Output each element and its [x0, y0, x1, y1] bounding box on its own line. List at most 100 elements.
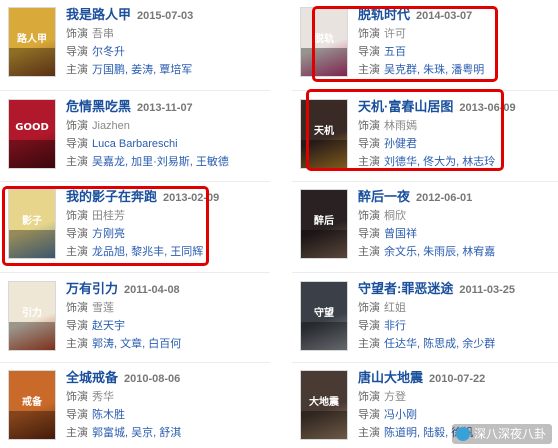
- director-row: 导演 尔冬升: [66, 43, 266, 61]
- cast-member-link[interactable]: 朱雨辰: [423, 246, 456, 258]
- cast-member-link[interactable]: 陈道明: [384, 427, 417, 439]
- movie-title-link[interactable]: 脱轨时代: [358, 7, 410, 22]
- cast-member-link[interactable]: 吴克群: [384, 64, 417, 76]
- movie-poster[interactable]: 醉后: [300, 189, 348, 259]
- movie-title-link[interactable]: 我的影子在奔跑: [66, 189, 157, 204]
- poster-shade: [301, 322, 347, 350]
- director-label: 导演: [358, 409, 380, 421]
- cast-member-link[interactable]: 任达华: [384, 338, 417, 350]
- cast-member-link[interactable]: 白百何: [148, 338, 181, 350]
- movie-title-row: 万有引力 2011-04-08: [66, 279, 266, 299]
- movie-title-link[interactable]: 守望者:罪恶迷途: [358, 281, 453, 296]
- role-name: 许可: [384, 28, 406, 40]
- cast-member-link[interactable]: 郭富城: [92, 427, 125, 439]
- cast-member-link[interactable]: 王同辉: [170, 246, 203, 258]
- cast-member-link[interactable]: 刘德华: [384, 156, 417, 168]
- poster-title: GOOD: [15, 122, 49, 133]
- director-link[interactable]: 方刚亮: [92, 228, 125, 240]
- movie-card: GOOD 危情黑吃黑 2013-11-07 饰演 Jiazhen 导演 Luca Barba…: [0, 97, 270, 171]
- cast-member-link[interactable]: 覃培军: [159, 64, 192, 76]
- movie-info: 危情黑吃黑 2013-11-07 饰演 Jiazhen 导演 Luca Barbaresc…: [66, 97, 266, 171]
- cast-member-link[interactable]: 潘粤明: [451, 64, 484, 76]
- cast-member-link[interactable]: 佟大为: [423, 156, 456, 168]
- movie-info: 万有引力 2011-04-08 饰演 雪莲 导演 赵天宇 主演 郭涛, 文章, 白百何: [66, 279, 266, 353]
- movie-title-row: 唐山大地震 2010-07-22: [358, 368, 558, 388]
- movie-title-row: 我是路人甲 2015-07-03: [66, 5, 266, 25]
- cast-member-link[interactable]: 陈思成: [423, 338, 456, 350]
- role-name: 桐欣: [384, 210, 406, 222]
- director-link[interactable]: 陈木胜: [92, 409, 125, 421]
- role-label: 饰演: [66, 302, 88, 314]
- cast-member-link[interactable]: 文章: [120, 338, 142, 350]
- movie-poster[interactable]: 引力: [8, 281, 56, 351]
- role-name: 林雨嫣: [384, 120, 417, 132]
- director-link[interactable]: 尔冬升: [92, 46, 125, 58]
- role-name: 吾串: [92, 28, 114, 40]
- role-row: 饰演 田桂芳: [66, 207, 266, 225]
- cast-label: 主演: [358, 64, 380, 76]
- director-link[interactable]: 五百: [384, 46, 406, 58]
- cast-member-link[interactable]: 吴京: [131, 427, 153, 439]
- cast-label: 主演: [358, 427, 380, 439]
- cast-row: 主演 郭涛, 文章, 白百何: [66, 335, 266, 353]
- movie-poster[interactable]: 脱轨: [300, 7, 348, 77]
- movie-poster[interactable]: 守望: [300, 281, 348, 351]
- director-link[interactable]: 赵天宇: [92, 320, 125, 332]
- movie-card: 影子 我的影子在奔跑 2013-02-09 饰演 田桂芳 导演 方刚亮 主演 龙品旭, 黎兆丰,…: [0, 187, 270, 261]
- cast-member-link[interactable]: 朱珠: [423, 64, 445, 76]
- movie-title-link[interactable]: 唐山大地震: [358, 370, 423, 385]
- movie-title-link[interactable]: 万有引力: [66, 281, 118, 296]
- cast-member-link[interactable]: 加里·刘易斯: [131, 156, 190, 168]
- cast-row: 主演 郭富城, 吴京, 舒淇: [66, 424, 266, 442]
- release-date: 2013-06-09: [459, 102, 516, 114]
- cast-row: 主演 龙品旭, 黎兆丰, 王同辉: [66, 243, 266, 261]
- role-row: 饰演 许可: [358, 25, 558, 43]
- poster-shade: [9, 322, 55, 350]
- row-divider: [292, 90, 558, 91]
- role-row: 饰演 秀华: [66, 388, 266, 406]
- cast-member-link[interactable]: 龙品旭: [92, 246, 125, 258]
- movie-title-link[interactable]: 危情黑吃黑: [66, 99, 131, 114]
- cast-member-link[interactable]: 林宥嘉: [462, 246, 495, 258]
- director-label: 导演: [358, 228, 380, 240]
- movie-card: 路人甲 我是路人甲 2015-07-03 饰演 吾串 导演 尔冬升 主演 万国鹏, 姜涛, 覃培…: [0, 5, 270, 79]
- movie-title-link[interactable]: 全城戒备: [66, 370, 118, 385]
- movie-poster[interactable]: 路人甲: [8, 7, 56, 77]
- cast-member-link[interactable]: 余少群: [462, 338, 495, 350]
- movie-info: 我是路人甲 2015-07-03 饰演 吾串 导演 尔冬升 主演 万国鹏, 姜涛, 覃培军: [66, 5, 266, 79]
- role-row: 饰演 林雨嫣: [358, 117, 558, 135]
- movie-poster[interactable]: 大地震: [300, 370, 348, 440]
- movie-poster[interactable]: 天机: [300, 99, 348, 169]
- director-label: 导演: [66, 138, 88, 150]
- cast-member-link[interactable]: 黎兆丰: [131, 246, 164, 258]
- release-date: 2013-02-09: [163, 192, 220, 204]
- director-link[interactable]: 非行: [384, 320, 406, 332]
- director-link[interactable]: 曾国祥: [384, 228, 417, 240]
- cast-member-link[interactable]: 王敏德: [196, 156, 229, 168]
- movie-poster[interactable]: 戒备: [8, 370, 56, 440]
- movie-poster[interactable]: GOOD: [8, 99, 56, 169]
- cast-member-link[interactable]: 余文乐: [384, 246, 417, 258]
- director-label: 导演: [66, 409, 88, 421]
- director-link[interactable]: 冯小刚: [384, 409, 417, 421]
- poster-title: 醉后: [314, 216, 334, 227]
- poster-shade: [301, 230, 347, 258]
- director-link[interactable]: 孙健君: [384, 138, 417, 150]
- cast-member-link[interactable]: 舒淇: [159, 427, 181, 439]
- cast-member-link[interactable]: 郭涛: [92, 338, 114, 350]
- movie-title-link[interactable]: 我是路人甲: [66, 7, 131, 22]
- movie-card: 戒备 全城戒备 2010-08-06 饰演 秀华 导演 陈木胜 主演 郭富城, 吴京, 舒淇: [0, 368, 270, 442]
- movie-poster[interactable]: 影子: [8, 189, 56, 259]
- movie-title-row: 我的影子在奔跑 2013-02-09: [66, 187, 266, 207]
- poster-title: 大地震: [309, 397, 339, 408]
- director-link[interactable]: Luca Barbareschi: [92, 138, 178, 150]
- role-label: 饰演: [66, 28, 88, 40]
- movie-title-link[interactable]: 醉后一夜: [358, 189, 410, 204]
- movie-title-link[interactable]: 天机·富春山居图: [358, 99, 453, 114]
- cast-member-link[interactable]: 万国鹏: [92, 64, 125, 76]
- movie-info: 醉后一夜 2012-06-01 饰演 桐欣 导演 曾国祥 主演 余文乐, 朱雨辰, 林宥嘉: [358, 187, 558, 261]
- cast-member-link[interactable]: 姜涛: [131, 64, 153, 76]
- cast-member-link[interactable]: 吴嘉龙: [92, 156, 125, 168]
- cast-member-link[interactable]: 陆毅: [423, 427, 445, 439]
- cast-member-link[interactable]: 林志玲: [462, 156, 495, 168]
